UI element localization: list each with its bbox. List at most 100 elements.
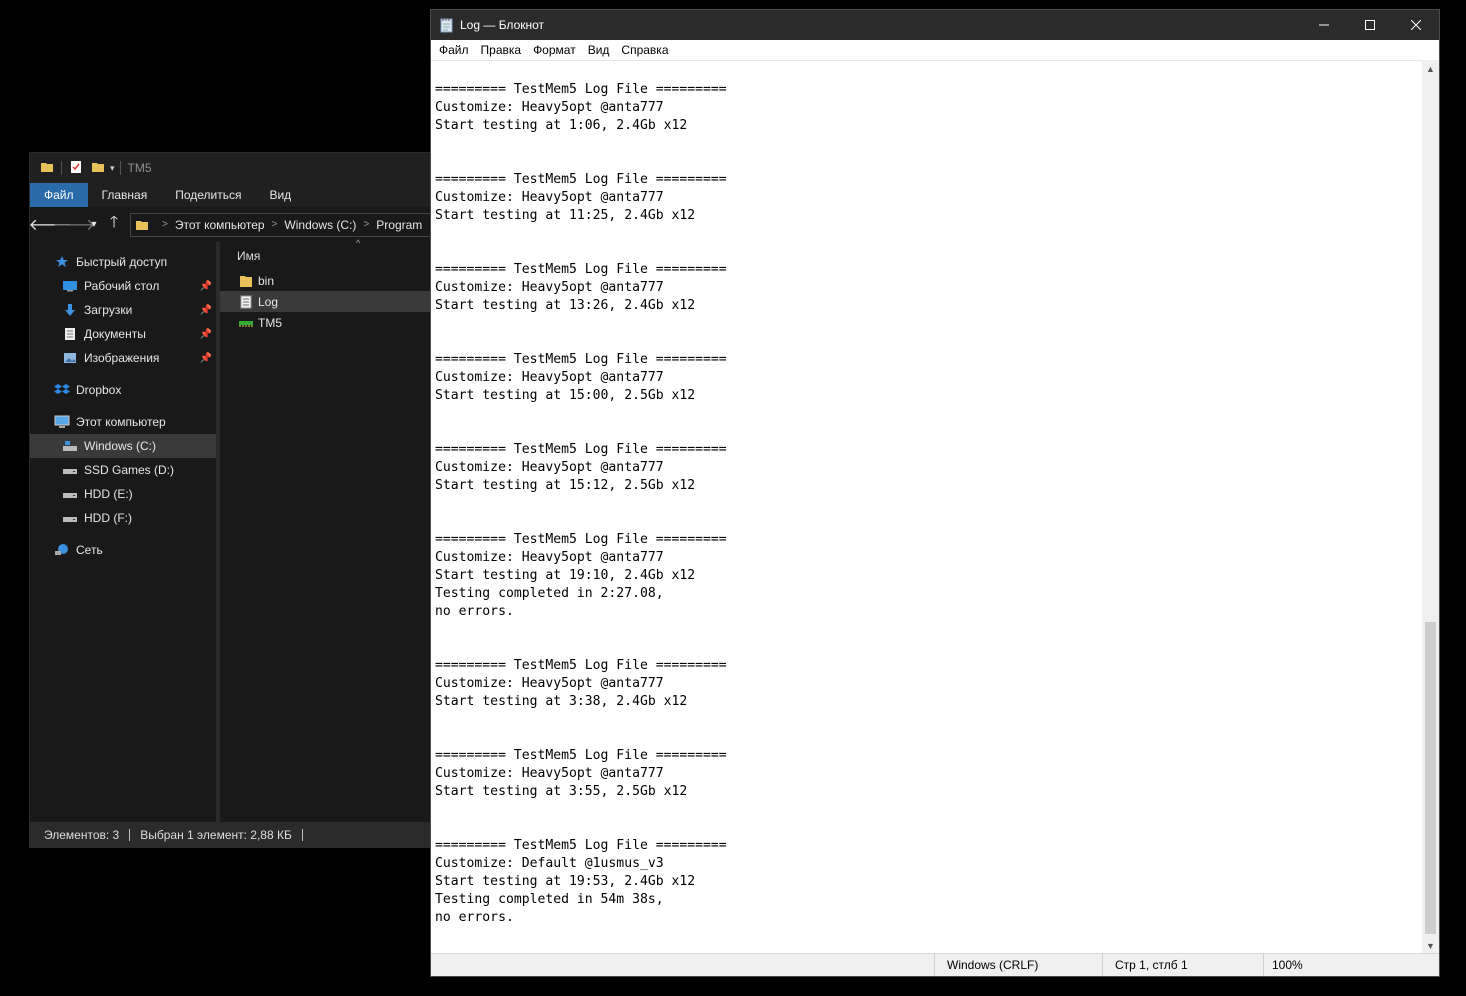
editor-content[interactable]: ========= TestMem5 Log File ========= Cu…	[431, 61, 1422, 927]
download-arrow-icon	[62, 302, 78, 318]
address-bar[interactable]: > Этот компьютер > Windows (C:) > Progra…	[130, 212, 430, 237]
notepad-window: Log — Блокнот Файл Правка Формат Вид Спр…	[430, 9, 1440, 977]
file-name: bin	[258, 273, 275, 288]
sidebar-item-drive-f[interactable]: HDD (F:)	[30, 506, 216, 530]
breadcrumb-drive-c[interactable]: Windows (C:)	[284, 218, 356, 232]
system-drive-icon	[62, 438, 78, 454]
sidebar-item-label: HDD (E:)	[84, 487, 133, 501]
close-icon	[1411, 20, 1421, 30]
sidebar-item-label: Загрузки	[84, 303, 133, 317]
list-item[interactable]: bin	[220, 270, 430, 291]
selection-info: Выбран 1 элемент: 2,88 КБ	[140, 827, 292, 842]
list-item[interactable]: TM5	[220, 312, 430, 333]
sidebar-item-this-pc[interactable]: Этот компьютер	[30, 410, 216, 434]
sidebar-item-documents[interactable]: Документы 📌	[30, 322, 216, 346]
menu-view[interactable]: Вид	[582, 43, 616, 57]
sidebar-item-downloads[interactable]: Загрузки 📌	[30, 298, 216, 322]
window-controls	[1301, 10, 1439, 40]
properties-icon[interactable]	[69, 160, 83, 177]
scroll-down-icon[interactable]: ▼	[1422, 937, 1439, 954]
folder-icon[interactable]	[40, 160, 54, 177]
sidebar-item-desktop[interactable]: Рабочий стол 📌	[30, 274, 216, 298]
sidebar-item-drive-d[interactable]: SSD Games (D:)	[30, 458, 216, 482]
explorer-body: Быстрый доступ Рабочий стол 📌 Загрузки 📌…	[30, 238, 430, 822]
sidebar-item-drive-c[interactable]: Windows (C:)	[30, 434, 216, 458]
document-icon	[62, 326, 78, 342]
up-arrow-icon[interactable]: 🡑	[102, 211, 126, 238]
sidebar-item-label: Рабочий стол	[84, 279, 160, 293]
notepad-title: Log — Блокнот	[460, 18, 545, 32]
star-icon	[54, 254, 70, 270]
customize-toolbar-icon[interactable]: ▾	[110, 163, 115, 174]
recent-locations-chevron-icon[interactable]: ▾	[86, 219, 102, 230]
file-name: TM5	[258, 315, 282, 330]
text-file-icon	[238, 294, 254, 310]
status-cursor-position: Стр 1, стлб 1	[1102, 954, 1188, 976]
menu-file[interactable]: Файл	[433, 43, 475, 57]
breadcrumb-program[interactable]: Program	[376, 218, 422, 232]
navigation-pane: Быстрый доступ Рабочий стол 📌 Загрузки 📌…	[30, 242, 216, 822]
explorer-window: ▾ TM5 Файл Главная Поделиться Вид 🡐 🡒 ▾ …	[30, 153, 430, 847]
explorer-status-bar: Элементов: 3 Выбран 1 элемент: 2,88 КБ	[30, 822, 430, 847]
scrollbar-thumb[interactable]	[1425, 622, 1436, 934]
picture-icon	[62, 350, 78, 366]
dropbox-icon	[54, 382, 70, 398]
tab-home[interactable]: Главная	[88, 183, 162, 207]
menu-help[interactable]: Справка	[615, 43, 674, 57]
pin-icon[interactable]: 📌	[200, 353, 212, 364]
breadcrumb-this-pc[interactable]: Этот компьютер	[175, 218, 265, 232]
sidebar-item-drive-e[interactable]: HDD (E:)	[30, 482, 216, 506]
status-zoom: 100%	[1263, 954, 1303, 976]
folder-icon	[238, 273, 254, 289]
notepad-icon[interactable]	[440, 17, 454, 33]
chevron-right-icon[interactable]: >	[162, 219, 168, 230]
list-item[interactable]: Log	[220, 291, 430, 312]
sidebar-item-pictures[interactable]: Изображения 📌	[30, 346, 216, 370]
sidebar-item-label: Документы	[84, 327, 146, 341]
status-encoding: Windows (CRLF)	[934, 954, 1038, 976]
sidebar-item-label: Windows (C:)	[84, 439, 157, 453]
column-header-name[interactable]: ^ Имя	[220, 238, 430, 270]
pin-icon[interactable]: 📌	[200, 329, 212, 340]
folder-icon	[135, 218, 149, 232]
sort-ascending-icon: ^	[356, 238, 361, 248]
drive-icon	[62, 462, 78, 478]
sidebar-item-label: HDD (F:)	[84, 511, 132, 525]
forward-arrow-icon[interactable]: 🡒	[53, 214, 96, 235]
file-list: ^ Имя bin Log TM5	[220, 238, 430, 822]
computer-icon	[54, 414, 70, 430]
scroll-up-icon[interactable]: ▲	[1422, 60, 1439, 77]
minimize-icon	[1319, 24, 1329, 26]
pin-icon[interactable]: 📌	[200, 281, 212, 292]
minimize-button[interactable]	[1301, 10, 1347, 40]
sidebar-item-label: SSD Games (D:)	[84, 463, 175, 477]
vertical-scrollbar[interactable]: ▲ ▼	[1422, 60, 1439, 954]
pin-icon[interactable]: 📌	[200, 305, 212, 316]
item-count: Элементов: 3	[44, 827, 120, 842]
sidebar-item-network[interactable]: Сеть	[30, 538, 216, 562]
sidebar-item-label: Изображения	[84, 351, 160, 365]
chevron-right-icon[interactable]: >	[363, 219, 369, 230]
menu-bar: Файл Правка Формат Вид Справка	[431, 40, 1439, 60]
close-button[interactable]	[1393, 10, 1439, 40]
notepad-status-bar: Windows (CRLF) Стр 1, стлб 1 100%	[431, 953, 1439, 976]
chevron-right-icon[interactable]: >	[272, 219, 278, 230]
navigation-bar: 🡐 🡒 ▾ 🡑 > Этот компьютер > Windows (C:) …	[30, 207, 430, 242]
explorer-title: TM5	[127, 161, 152, 175]
column-header-label: Имя	[237, 249, 261, 263]
tab-share[interactable]: Поделиться	[161, 183, 255, 207]
drive-icon	[62, 510, 78, 526]
sidebar-item-label: Этот компьютер	[76, 415, 166, 429]
tab-file[interactable]: Файл	[30, 183, 88, 207]
menu-format[interactable]: Формат	[527, 43, 582, 57]
maximize-button[interactable]	[1347, 10, 1393, 40]
notepad-title-bar[interactable]: Log — Блокнот	[431, 10, 1439, 40]
sidebar-item-quick-access[interactable]: Быстрый доступ	[30, 250, 216, 274]
tab-view[interactable]: Вид	[255, 183, 305, 207]
app-icon	[238, 315, 254, 331]
text-editor[interactable]: ========= TestMem5 Log File ========= Cu…	[431, 60, 1422, 954]
new-folder-icon[interactable]	[91, 160, 105, 177]
network-icon	[54, 542, 70, 558]
menu-edit[interactable]: Правка	[475, 43, 528, 57]
sidebar-item-dropbox[interactable]: Dropbox	[30, 378, 216, 402]
